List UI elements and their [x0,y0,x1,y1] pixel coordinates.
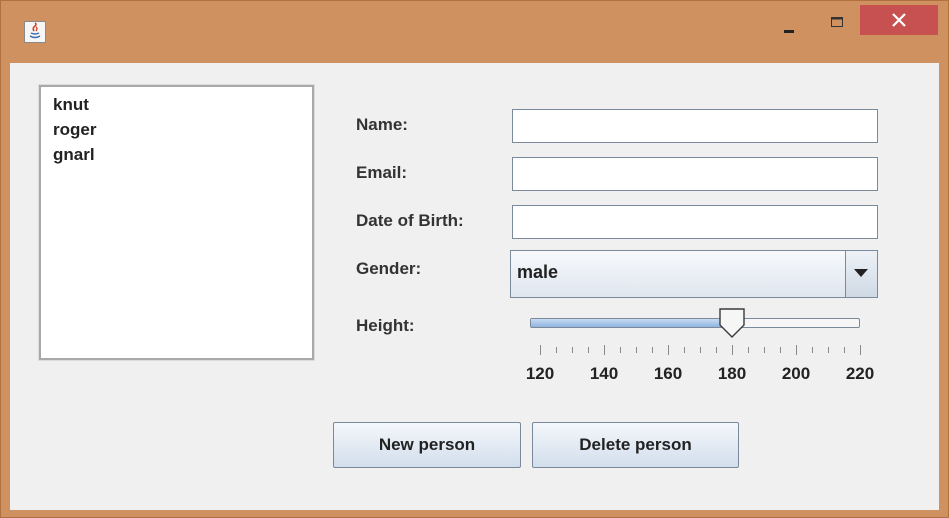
slider-tick-label: 140 [589,364,619,383]
slider-tick [780,347,781,353]
slider-tick [748,347,749,353]
slider-tick [636,347,637,353]
slider-tick [556,347,557,353]
app-window: knut roger gnarl Name: Email: Date of Bi… [0,0,949,518]
slider-tick [732,345,733,355]
height-slider-fill [531,319,733,327]
slider-tick [652,347,653,353]
minimize-button[interactable] [767,6,811,34]
new-person-button[interactable]: New person [333,422,521,468]
height-slider-track[interactable] [530,318,860,328]
slider-tick [796,345,797,355]
email-field[interactable] [512,157,878,191]
slider-tick [828,347,829,353]
delete-person-button[interactable]: Delete person [532,422,739,468]
height-label: Height: [356,316,415,335]
slider-tick [668,345,669,355]
slider-tick [684,347,685,353]
slider-tick-label: 160 [653,364,683,383]
slider-tick [716,347,717,353]
gender-label: Gender: [356,259,422,278]
maximize-icon [831,17,843,27]
slider-tick-label: 180 [717,364,747,383]
list-item[interactable]: roger [53,119,312,144]
slider-tick [588,347,589,353]
slider-tick [764,347,765,353]
close-icon [892,13,906,27]
close-button[interactable] [860,5,938,35]
chevron-down-icon [854,269,868,277]
slider-tick [572,347,573,353]
maximize-button[interactable] [815,6,859,34]
dob-label: Date of Birth: [356,211,464,230]
java-icon[interactable] [24,21,46,43]
slider-tick [812,347,813,353]
slider-tick [620,347,621,353]
combo-dropdown-button[interactable] [845,251,877,297]
slider-tick [540,345,541,355]
slider-tick [604,345,605,355]
people-list[interactable]: knut roger gnarl [39,85,314,360]
gender-selected-value: male [517,262,559,282]
slider-tick-label: 200 [781,364,811,383]
gender-combo[interactable]: male [510,250,878,298]
list-item[interactable]: gnarl [53,144,312,169]
content-panel: knut roger gnarl Name: Email: Date of Bi… [10,63,939,510]
dob-field[interactable] [512,205,878,239]
minimize-icon [784,30,794,33]
slider-tick-label: 220 [845,364,875,383]
name-label: Name: [356,115,408,134]
slider-tick-label: 120 [525,364,555,383]
slider-tick [860,345,861,355]
name-field[interactable] [512,109,878,143]
height-slider-thumb[interactable] [719,308,745,338]
slider-tick [844,347,845,353]
list-item[interactable]: knut [53,94,312,119]
title-bar[interactable] [1,1,948,57]
email-label: Email: [356,163,408,182]
slider-tick [700,347,701,353]
